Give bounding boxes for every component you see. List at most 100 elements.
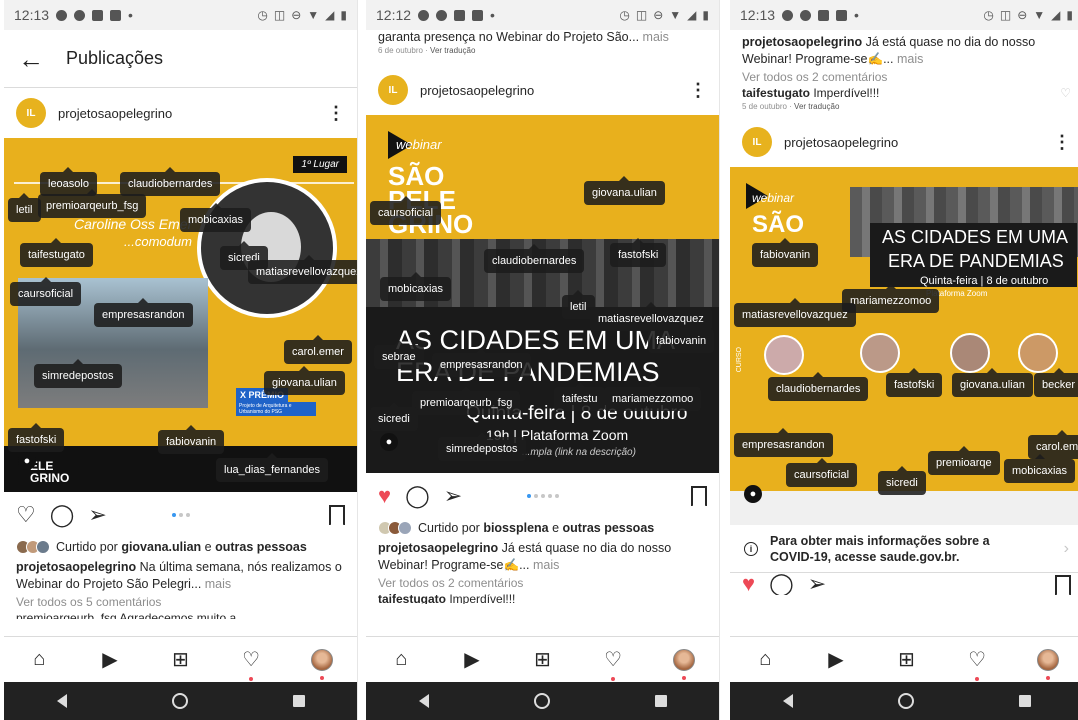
more-link[interactable]: mais	[201, 577, 231, 591]
share-icon[interactable]: ➢	[444, 485, 462, 507]
tag-empresasrandon[interactable]: empresasrandon	[734, 428, 833, 457]
comment-icon[interactable]: ◯	[50, 504, 75, 526]
home-tab-icon[interactable]: ⌂	[24, 648, 54, 671]
create-tab-icon[interactable]: ⊞	[527, 647, 557, 672]
tag-premioarqeurb-fsg[interactable]: premioarqeurb_fsg	[38, 189, 147, 218]
home-tab-icon[interactable]: ⌂	[386, 648, 416, 671]
tag-fabiovanin[interactable]: fabiovanin	[648, 324, 715, 353]
liked-by-text[interactable]: Curtido por biossplena e outras pessoas	[418, 521, 654, 535]
tag-mariamezzomoo[interactable]: mariamezzomoo	[604, 382, 702, 411]
tag-matiasrevellovazquez[interactable]: matiasrevellovazquez	[248, 255, 357, 284]
avatar[interactable]: IL	[378, 75, 408, 105]
nav-home-icon[interactable]	[171, 693, 188, 709]
caption-username[interactable]: projetosaopelegrino	[378, 541, 498, 555]
tag-sicredi[interactable]: sicredi	[370, 402, 418, 431]
profile-tab[interactable]	[307, 648, 337, 680]
post-image[interactable]: webinar SÃO PELE GRINO AS CIDADES EM UMA…	[366, 115, 719, 473]
tag-empresasrandon[interactable]: empresasrandon	[432, 348, 531, 377]
tag-taifestu[interactable]: taifestu	[554, 382, 606, 411]
covid-info-banner[interactable]: i Para obter mais informações sobre a COV…	[730, 525, 1078, 573]
translate-link[interactable]: Ver tradução	[794, 102, 839, 111]
tag-mobicaxias[interactable]: mobicaxias	[1004, 454, 1076, 483]
liked-by-text[interactable]: Curtido por giovana.ulian e outras pesso…	[56, 540, 307, 554]
activity-tab-icon[interactable]: ♡	[598, 647, 628, 681]
more-options-icon[interactable]: ⋮	[689, 80, 707, 101]
tagged-people-icon[interactable]: ●	[380, 433, 398, 451]
reels-tab-icon[interactable]: ▶	[821, 647, 851, 672]
tag-fastofski[interactable]: fastofski	[886, 368, 943, 397]
tag-caursoficial[interactable]: caursoficial	[370, 196, 442, 225]
bookmark-icon[interactable]	[1055, 575, 1071, 595]
activity-tab-icon[interactable]: ♡	[962, 647, 992, 681]
comment-like-icon[interactable]: ♡	[1060, 86, 1071, 100]
reels-tab-icon[interactable]: ▶	[95, 647, 125, 672]
translate-link[interactable]: Ver tradução	[430, 46, 475, 55]
tag-claudiobernardes[interactable]: claudiobernardes	[120, 167, 221, 196]
comment-icon[interactable]: ◯	[405, 485, 430, 507]
post-username[interactable]: projetosaopelegrino	[58, 106, 315, 121]
tag-sebrae[interactable]: sebrae	[374, 340, 424, 369]
tag-claudiobernardes[interactable]: claudiobernardes	[768, 372, 869, 401]
tag-giovana-ulian[interactable]: giovana.ulian	[584, 176, 665, 205]
nav-back-icon[interactable]	[418, 694, 429, 708]
nav-recents-icon[interactable]	[292, 695, 305, 707]
nav-home-icon[interactable]	[897, 693, 914, 709]
tag-carol-emer[interactable]: carol.emer	[1028, 430, 1078, 459]
comment-icon[interactable]: ◯	[769, 573, 794, 595]
reels-tab-icon[interactable]: ▶	[457, 647, 487, 672]
tag-matiasrevellovazquez[interactable]: matiasrevellovazquez	[734, 298, 856, 327]
caption-username[interactable]: projetosaopelegrino	[16, 560, 136, 574]
tag-caursoficial[interactable]: caursoficial	[10, 277, 82, 306]
tag-simredepostos[interactable]: simredepostos	[438, 432, 526, 461]
post-image[interactable]: webinar SÃO AS CIDADES EM UMA ERA DE PAN…	[730, 167, 1078, 525]
tag-mobicaxias[interactable]: mobicaxias	[180, 203, 252, 232]
tag-premioarqe[interactable]: premioarqe	[928, 446, 1000, 475]
view-comments-link[interactable]: Ver todos os 5 comentários	[4, 593, 357, 609]
create-tab-icon[interactable]: ⊞	[165, 647, 195, 672]
more-link[interactable]: mais	[530, 558, 559, 572]
avatar[interactable]: IL	[742, 127, 772, 157]
tag-sicredi[interactable]: sicredi	[878, 466, 926, 495]
bookmark-icon[interactable]	[691, 486, 707, 507]
avatar[interactable]: IL	[16, 98, 46, 128]
tag-caursoficial[interactable]: caursoficial	[786, 458, 858, 487]
tag-giovana-ulian[interactable]: giovana.ulian	[952, 368, 1033, 397]
share-icon[interactable]: ➢	[88, 504, 106, 526]
tagged-people-icon[interactable]: ●	[18, 452, 36, 470]
nav-home-icon[interactable]	[533, 693, 550, 709]
bookmark-icon[interactable]	[329, 505, 345, 526]
activity-tab-icon[interactable]: ♡	[236, 647, 266, 681]
heart-filled-icon[interactable]: ♥	[378, 485, 391, 507]
tag-mariamezzomoo[interactable]: mariamezzomoo	[842, 284, 940, 313]
view-comments-link[interactable]: Ver todos os 2 comentários	[366, 574, 719, 590]
tag-fabiovanin[interactable]: fabiovanin	[158, 425, 225, 454]
nav-back-icon[interactable]	[56, 694, 67, 708]
tag-carol-emer[interactable]: carol.emer	[284, 335, 352, 364]
tag-becker[interactable]: becker	[1034, 368, 1078, 397]
nav-recents-icon[interactable]	[654, 695, 667, 707]
tag-giovana-ulian[interactable]: giovana.ulian	[264, 366, 345, 395]
heart-filled-icon[interactable]: ♥	[742, 573, 755, 595]
more-options-icon[interactable]: ⋮	[327, 103, 345, 124]
more-link[interactable]: mais	[894, 52, 923, 66]
tag-lua-dias-fernandes[interactable]: lua_dias_fernandes	[216, 453, 329, 482]
tag-matiasrevellovazquez[interactable]: matiasrevellovazquez	[590, 302, 712, 331]
post-username[interactable]: projetosaopelegrino	[784, 135, 1041, 150]
nav-recents-icon[interactable]	[1018, 695, 1031, 707]
view-comments-link[interactable]: Ver todos os 2 comentários	[730, 68, 1078, 84]
more-options-icon[interactable]: ⋮	[1053, 132, 1071, 153]
heart-icon[interactable]: ♡	[16, 504, 36, 526]
post-image[interactable]: 1º Lugar Caroline Oss Emer ...comodum X …	[4, 138, 357, 492]
tag-mobicaxias[interactable]: mobicaxias	[380, 272, 452, 301]
nav-back-icon[interactable]	[782, 694, 793, 708]
home-tab-icon[interactable]: ⌂	[750, 648, 780, 671]
create-tab-icon[interactable]: ⊞	[891, 647, 921, 672]
tag-letil[interactable]: letil	[8, 193, 41, 222]
tagged-people-icon[interactable]: ●	[744, 485, 762, 503]
tag-claudiobernardes[interactable]: claudiobernardes	[484, 244, 585, 273]
tag-fastofski[interactable]: fastofski	[610, 238, 667, 267]
profile-tab[interactable]	[669, 648, 699, 680]
post-username[interactable]: projetosaopelegrino	[420, 83, 677, 98]
tag-simredepostos[interactable]: simredepostos	[34, 359, 122, 388]
tag-taifestugato[interactable]: taifestugato	[20, 238, 93, 267]
